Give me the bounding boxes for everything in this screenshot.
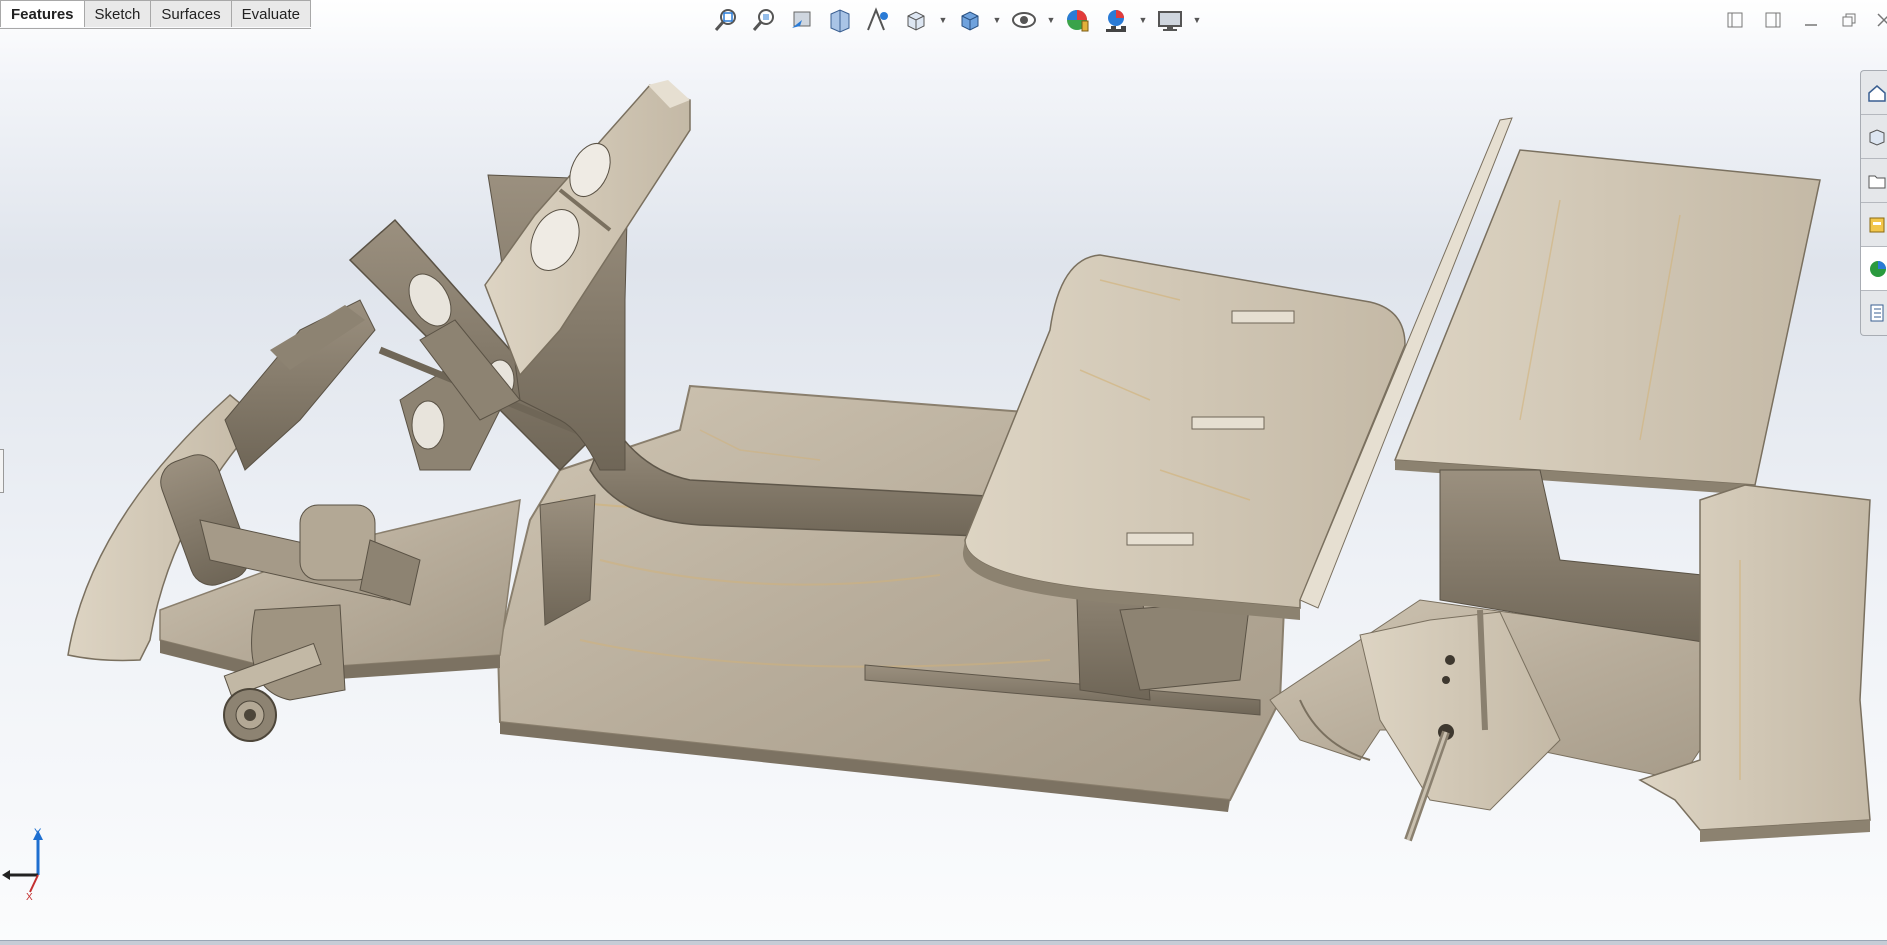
triad-y-label: Y xyxy=(34,827,42,839)
triad-x-label: X xyxy=(26,892,33,900)
triad-x-axis xyxy=(29,874,39,893)
steering-column xyxy=(348,80,691,472)
graphics-area-model[interactable] xyxy=(0,0,1887,945)
status-divider xyxy=(0,940,1887,945)
reference-triad: Y X xyxy=(0,820,60,905)
rear-chassis xyxy=(1269,469,1871,842)
